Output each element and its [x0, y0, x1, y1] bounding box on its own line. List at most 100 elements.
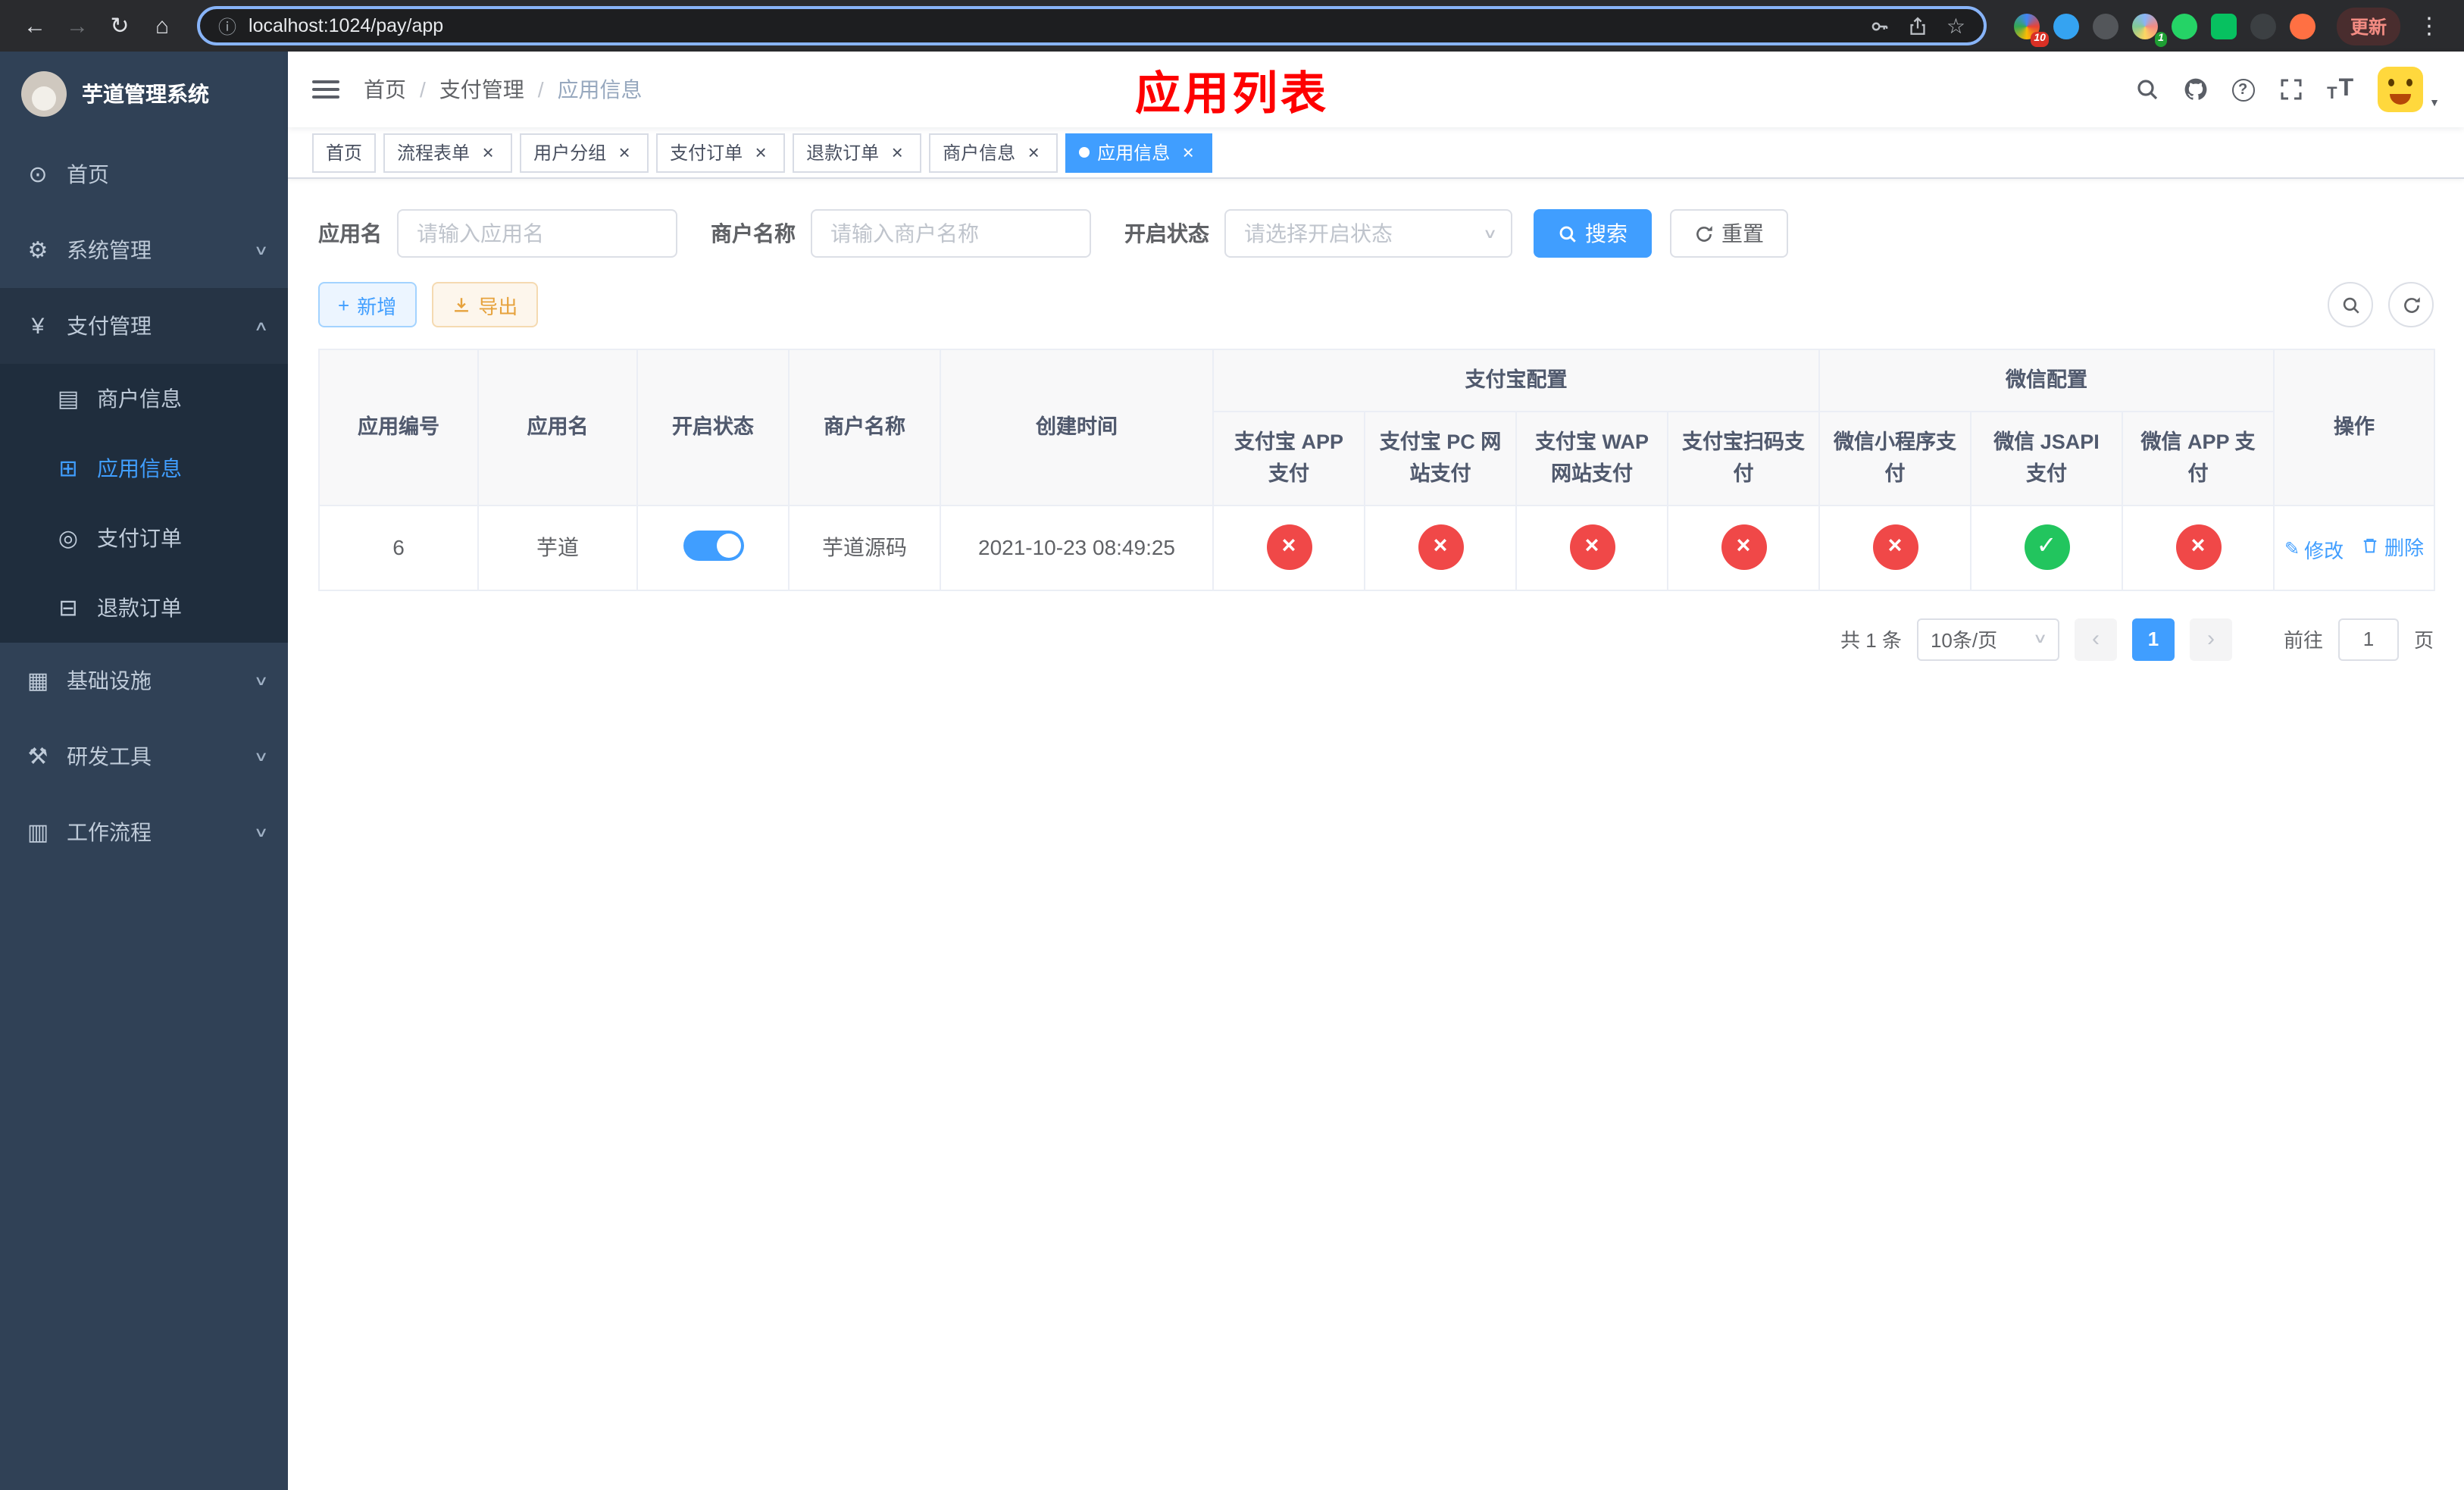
prev-page-button[interactable]: ‹: [2074, 618, 2117, 661]
top-navbar: 首页 / 支付管理 / 应用信息 应用列表 ? T T ▼: [288, 52, 2464, 127]
browser-chrome: ← → ↻ ⌂ ⓘ localhost:1024/pay/app ☆ 10 1: [0, 0, 2464, 52]
chevron-down-icon: ∨: [2033, 631, 2049, 646]
extension-badge: 10: [2031, 31, 2049, 46]
avatar-caret-icon[interactable]: ▼: [2429, 98, 2440, 108]
sidebar-item-refund-order[interactable]: ⊟ 退款订单: [0, 573, 288, 643]
app-logo[interactable]: 芋道管理系统: [0, 52, 288, 136]
font-size-icon[interactable]: TT: [2327, 76, 2353, 103]
toggle-search-button[interactable]: [2328, 282, 2373, 327]
status-select[interactable]: 请选择开启状态 ∨: [1224, 209, 1512, 258]
search-icon[interactable]: [2134, 77, 2159, 102]
browser-menu-dots-icon[interactable]: ⋮: [2409, 6, 2449, 45]
group-header-wechat: 微信配置: [1818, 348, 2275, 413]
col-header-app-name: 应用名: [477, 349, 638, 506]
help-icon[interactable]: ?: [2231, 78, 2255, 101]
wechat-app-status-icon: ×: [2175, 524, 2221, 571]
reset-button[interactable]: 重置: [1670, 209, 1788, 258]
url-text: localhost:1024/pay/app: [249, 15, 444, 36]
extension-icon[interactable]: 1: [2131, 13, 2167, 46]
browser-home-icon[interactable]: ⌂: [142, 6, 182, 45]
github-icon[interactable]: [2183, 77, 2207, 102]
chevron-down-icon: ∨: [254, 824, 270, 839]
tab-refund-order[interactable]: 退款订单 ×: [793, 133, 922, 172]
page-info-icon[interactable]: ⓘ: [218, 13, 236, 39]
browser-back-icon[interactable]: ←: [15, 6, 55, 45]
enabled-toggle[interactable]: [683, 530, 743, 561]
sidebar-item-merchant-info[interactable]: ▤ 商户信息: [0, 364, 288, 434]
extension-icon[interactable]: [2171, 13, 2197, 39]
sidebar-item-home[interactable]: ⊙ 首页: [0, 136, 288, 212]
tab-label: 商户信息: [943, 142, 1016, 164]
close-icon[interactable]: ×: [477, 142, 499, 163]
sidebar-item-infrastructure[interactable]: ▦ 基础设施 ∨: [0, 643, 288, 718]
edit-link[interactable]: ✎ 修改: [2284, 535, 2344, 564]
add-button[interactable]: + 新增: [318, 282, 417, 327]
cell-actions: ✎ 修改 删除: [2273, 504, 2436, 591]
fullscreen-icon[interactable]: [2278, 77, 2303, 102]
col-header-actions: 操作: [2273, 349, 2436, 506]
extension-icon[interactable]: [2250, 13, 2276, 39]
tab-home[interactable]: 首页: [312, 133, 377, 172]
extension-icon[interactable]: [2289, 13, 2315, 39]
merchant-name-input[interactable]: [811, 209, 1091, 258]
close-icon[interactable]: ×: [1177, 142, 1199, 163]
sidebar-item-devtools[interactable]: ⚒ 研发工具 ∨: [0, 718, 288, 794]
sidebar-item-workflow[interactable]: ▥ 工作流程 ∨: [0, 794, 288, 870]
app-title: 芋道管理系统: [82, 82, 209, 106]
breadcrumb-separator: /: [420, 77, 426, 102]
goto-page-input[interactable]: [2337, 618, 2399, 661]
bookmark-star-icon[interactable]: ☆: [1946, 13, 1965, 39]
browser-forward-icon[interactable]: →: [58, 6, 97, 45]
sidebar-item-system[interactable]: ⚙ 系统管理 ∨: [0, 212, 288, 288]
password-key-icon[interactable]: [1871, 16, 1890, 36]
browser-reload-icon[interactable]: ↻: [100, 6, 139, 45]
browser-update-button[interactable]: 更新: [2336, 7, 2400, 45]
extension-icon[interactable]: [2092, 13, 2118, 39]
filter-form: 应用名 商户名称 开启状态 请选择开启状态 ∨ 搜索 重置: [318, 209, 2434, 258]
tab-process-form[interactable]: 流程表单 ×: [383, 133, 513, 172]
refresh-button[interactable]: [2388, 282, 2434, 327]
gear-icon: ⚙: [27, 238, 48, 264]
page-size-select[interactable]: 10条/页 ∨: [1916, 618, 2059, 661]
breadcrumb-home[interactable]: 首页: [364, 74, 406, 105]
delete-link[interactable]: 删除: [2362, 532, 2424, 561]
sidebar-item-payment[interactable]: ¥ 支付管理 ∧: [0, 288, 288, 364]
search-button[interactable]: 搜索: [1534, 209, 1652, 258]
app-table: 应用编号 应用名 开启状态 商户名称 创建时间 支付宝配置 微信配置 操作 支付…: [318, 348, 2436, 591]
chevron-down-icon: ∨: [1483, 225, 1499, 240]
hamburger-menu-icon[interactable]: [312, 80, 339, 99]
close-icon[interactable]: ×: [750, 142, 771, 163]
extension-icon[interactable]: 10: [2013, 13, 2049, 46]
sidebar-item-label: 退款订单: [97, 596, 182, 620]
extension-icon[interactable]: [2210, 13, 2237, 39]
share-icon[interactable]: [1909, 16, 1928, 36]
close-icon[interactable]: ×: [614, 142, 635, 163]
tab-user-group[interactable]: 用户分组 ×: [520, 133, 649, 172]
breadcrumb-current: 应用信息: [557, 77, 643, 102]
address-bar[interactable]: ⓘ localhost:1024/pay/app ☆: [197, 6, 1987, 45]
close-icon[interactable]: ×: [886, 142, 908, 163]
extensions-area: 10 1: [2013, 13, 2315, 46]
close-icon[interactable]: ×: [1023, 142, 1044, 163]
export-button[interactable]: 导出: [431, 282, 538, 327]
extension-icon[interactable]: [2053, 13, 2079, 39]
page-size-value: 10条/页: [1930, 629, 1998, 653]
tab-app-info[interactable]: 应用信息 ×: [1065, 133, 1213, 172]
sidebar-item-app-info[interactable]: ⊞ 应用信息: [0, 434, 288, 503]
cell-app-name: 芋道: [477, 504, 638, 591]
page-1-button[interactable]: 1: [2131, 618, 2175, 661]
alipay-app-status-icon: ×: [1266, 524, 1312, 571]
sidebar-item-label: 应用信息: [97, 456, 182, 480]
chevron-down-icon: ∨: [254, 748, 270, 763]
grid-icon: ⊞: [58, 456, 78, 482]
trash-icon: [2364, 539, 2378, 553]
app-name-input[interactable]: [397, 209, 677, 258]
tab-merchant-info[interactable]: 商户信息 ×: [929, 133, 1058, 172]
tab-pay-order[interactable]: 支付订单 ×: [656, 133, 786, 172]
sidebar-item-pay-order[interactable]: ◎ 支付订单: [0, 503, 288, 573]
avatar[interactable]: [2378, 67, 2424, 112]
infrastructure-icon: ▦: [27, 668, 49, 694]
page-suffix-label: 页: [2413, 629, 2434, 653]
next-page-button[interactable]: ›: [2189, 618, 2232, 661]
breadcrumb-payment[interactable]: 支付管理: [439, 74, 524, 105]
